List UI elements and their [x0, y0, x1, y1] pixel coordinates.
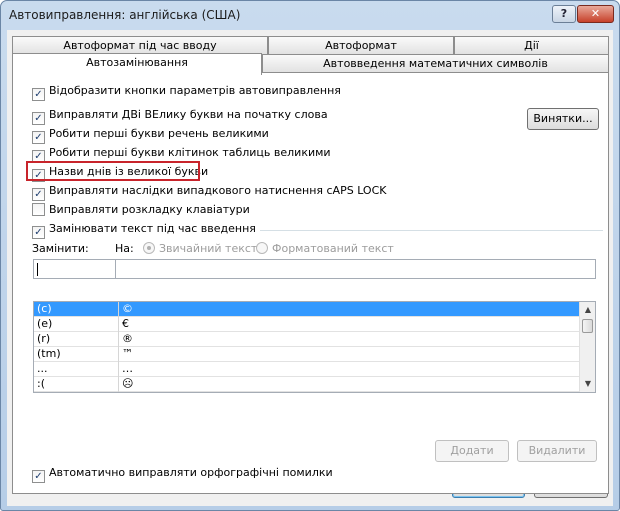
- column-divider: [118, 347, 119, 362]
- column-divider: [118, 317, 119, 332]
- window-title: Автовиправлення: англійська (США): [9, 8, 241, 22]
- list-item[interactable]: (c) ©: [34, 302, 580, 317]
- capitalize-sentences-option[interactable]: ✓ Робити перші букви речень великими: [32, 127, 269, 144]
- column-divider: [118, 377, 119, 392]
- list-item[interactable]: (e) €: [34, 317, 580, 332]
- list-item-with: ©: [122, 302, 133, 315]
- capitalize-sentences-label: Робити перші букви речень великими: [49, 127, 269, 140]
- plain-text-radio[interactable]: [143, 242, 155, 254]
- keyboard-layout-option[interactable]: Виправляти розкладку клавіатури: [32, 203, 250, 219]
- list-item[interactable]: (r) ®: [34, 332, 580, 347]
- replace-text-checkbox[interactable]: ✓: [32, 226, 45, 239]
- autocorrect-list[interactable]: (c) © (e) € (r) ® (tm) ™ ... … :( ☹ ▲ ▼: [33, 301, 596, 393]
- two-initial-caps-label: Виправляти ДВі ВЕлику букви на початку с…: [49, 108, 328, 121]
- list-item-replace: :(: [37, 377, 45, 390]
- replace-input[interactable]: [33, 259, 116, 279]
- column-divider: [118, 332, 119, 347]
- replace-text-option[interactable]: ✓ Замінювати текст під час введення: [32, 222, 260, 239]
- scroll-thumb[interactable]: [582, 319, 593, 333]
- scroll-down-icon[interactable]: ▼: [580, 376, 595, 392]
- spelling-checkbox[interactable]: ✓: [32, 470, 45, 483]
- list-item-with: €: [122, 317, 129, 330]
- formatted-text-label: Форматований текст: [272, 242, 394, 255]
- text-caret: [37, 263, 38, 276]
- tab-actions[interactable]: Дії: [454, 36, 609, 54]
- list-item-replace: ...: [37, 362, 48, 375]
- dialog-body: Автоформат під час вводу Автоформат Дії …: [7, 30, 613, 506]
- spelling-label: Автоматично виправляти орфографічні поми…: [49, 466, 333, 479]
- list-item-with: ☹: [122, 377, 134, 390]
- keyboard-layout-label: Виправляти розкладку клавіатури: [49, 203, 250, 216]
- spelling-option[interactable]: ✓ Автоматично виправляти орфографічні пом…: [32, 466, 333, 483]
- list-item-replace: (e): [37, 317, 53, 330]
- replace-label: Замінити:: [32, 242, 89, 255]
- title-bar[interactable]: Автовиправлення: англійська (США) ? ✕: [1, 1, 619, 29]
- list-item[interactable]: (tm) ™: [34, 347, 580, 362]
- with-label: На:: [115, 242, 134, 255]
- list-item[interactable]: ... …: [34, 362, 580, 377]
- show-buttons-label: Відобразити кнопки параметрів автовиправ…: [49, 84, 341, 97]
- delete-button[interactable]: Видалити: [517, 440, 597, 462]
- column-divider: [118, 362, 119, 377]
- list-item-replace: (r): [37, 332, 51, 345]
- close-button[interactable]: ✕: [577, 5, 614, 23]
- caps-lock-label: Виправляти наслідки випадкового натиснен…: [49, 184, 387, 197]
- autocorrect-dialog: Автовиправлення: англійська (США) ? ✕ Ав…: [0, 0, 620, 511]
- tab-math-autocorrect[interactable]: Автовведення математичних символів: [262, 54, 609, 72]
- help-button[interactable]: ?: [552, 5, 576, 23]
- highlight-box: [26, 161, 200, 181]
- tab-autocorrect[interactable]: Автозамінювання: [12, 53, 262, 75]
- tab-autoformat-as-you-type[interactable]: Автоформат під час вводу: [12, 36, 268, 54]
- scroll-up-icon[interactable]: ▲: [580, 302, 595, 318]
- keyboard-layout-checkbox[interactable]: [32, 203, 45, 216]
- list-item[interactable]: :( ☹: [34, 377, 580, 392]
- replace-text-label: Замінювати текст під час введення: [49, 222, 256, 235]
- capitalize-table-cells-option[interactable]: ✓ Робити перші букви клітинок таблиць вел…: [32, 146, 331, 163]
- caps-lock-option[interactable]: ✓ Виправляти наслідки випадкового натисне…: [32, 184, 387, 201]
- tab-autoformat[interactable]: Автоформат: [268, 36, 454, 54]
- list-item-with: ®: [122, 332, 133, 345]
- show-buttons-option[interactable]: ✓ Відобразити кнопки параметрів автовипра…: [32, 84, 341, 101]
- column-divider: [118, 302, 119, 317]
- list-scrollbar[interactable]: ▲ ▼: [579, 302, 595, 392]
- list-item-replace: (c): [37, 302, 52, 315]
- show-buttons-checkbox[interactable]: ✓: [32, 88, 45, 101]
- formatted-text-radio[interactable]: [256, 242, 268, 254]
- caps-lock-checkbox[interactable]: ✓: [32, 188, 45, 201]
- list-item-with: ™: [122, 347, 133, 360]
- add-button[interactable]: Додати: [435, 440, 509, 462]
- two-initial-caps-checkbox[interactable]: ✓: [32, 112, 45, 125]
- capitalize-sentences-checkbox[interactable]: ✓: [32, 131, 45, 144]
- autocorrect-panel: ✓ Відобразити кнопки параметрів автовипра…: [12, 72, 609, 494]
- list-item-replace: (tm): [37, 347, 61, 360]
- plain-text-label: Звичайний текст: [159, 242, 258, 255]
- formatted-text-option[interactable]: Форматований текст: [256, 242, 394, 255]
- with-input[interactable]: [115, 259, 596, 279]
- plain-text-option[interactable]: Звичайний текст: [143, 242, 257, 255]
- capitalize-table-cells-label: Робити перші букви клітинок таблиць вели…: [49, 146, 331, 159]
- two-initial-caps-option[interactable]: ✓ Виправляти ДВі ВЕлику букви на початку …: [32, 108, 328, 125]
- list-item-with: …: [122, 362, 133, 375]
- exceptions-button[interactable]: Винятки...: [527, 108, 599, 130]
